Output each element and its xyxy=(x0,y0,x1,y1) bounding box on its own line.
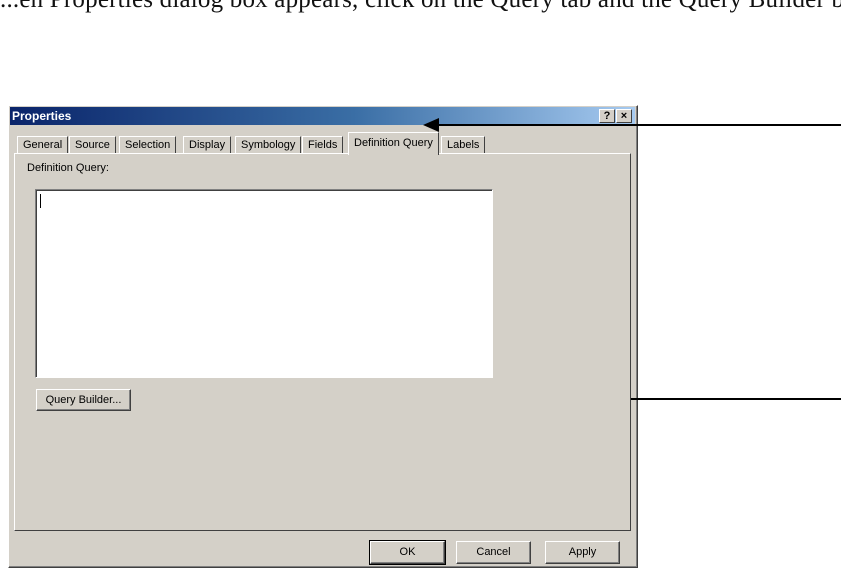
tab-fields[interactable]: Fields xyxy=(302,136,344,154)
tab-general[interactable]: General xyxy=(17,136,69,154)
query-builder-button[interactable]: Query Builder... xyxy=(36,389,131,411)
properties-dialog: Properties ? × General Source Selection … xyxy=(8,105,638,568)
tab-definition-query[interactable]: Definition Query xyxy=(348,132,439,155)
definition-query-panel: Definition Query: Query Builder... xyxy=(14,153,631,531)
definition-query-textarea[interactable] xyxy=(35,189,493,378)
instruction-text: ...en Properties dialog box appears, cli… xyxy=(0,0,841,20)
tab-source[interactable]: Source xyxy=(69,136,116,154)
help-button[interactable]: ? xyxy=(599,109,615,123)
tab-symbology[interactable]: Symbology xyxy=(235,136,302,154)
tab-annotation-arrowhead-icon xyxy=(423,118,439,132)
cancel-button[interactable]: Cancel xyxy=(456,541,531,564)
definition-query-label: Definition Query: xyxy=(27,162,109,174)
tab-annotation-arrow-line xyxy=(438,124,841,126)
apply-button[interactable]: Apply xyxy=(545,541,620,564)
text-caret xyxy=(40,194,41,208)
window-title: Properties xyxy=(12,109,72,123)
title-bar[interactable]: Properties ? × xyxy=(10,107,635,125)
tab-labels[interactable]: Labels xyxy=(441,136,486,154)
close-button[interactable]: × xyxy=(616,109,632,123)
tab-display[interactable]: Display xyxy=(183,136,232,154)
ok-button[interactable]: OK xyxy=(369,540,446,565)
tab-selection[interactable]: Selection xyxy=(119,136,177,154)
